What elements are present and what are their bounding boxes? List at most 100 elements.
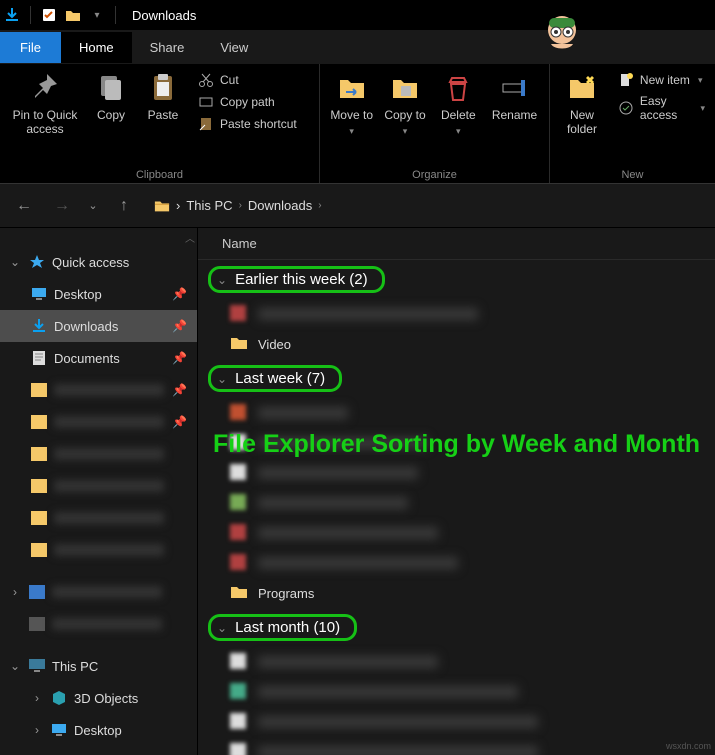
chevron-down-icon: ⌄ (217, 273, 227, 287)
nav-pane: ︿ ⌄ Quick access Desktop 📌 Downloads 📌 D… (0, 228, 198, 755)
qat-dropdown-icon[interactable]: ▾ (89, 7, 105, 23)
this-pc-icon (28, 657, 46, 675)
tab-file[interactable]: File (0, 32, 61, 63)
tree-desktop-2[interactable]: › Desktop (0, 714, 197, 746)
tab-share[interactable]: Share (132, 32, 203, 63)
delete-button[interactable]: Delete ▾ (433, 68, 484, 137)
group-earlier-this-week[interactable]: ⌄ Earlier this week (2) (198, 260, 715, 299)
file-row[interactable]: x (198, 299, 715, 329)
watermark: wsxdn.com (666, 741, 711, 751)
file-row[interactable]: x (198, 707, 715, 737)
file-row-programs[interactable]: Programs (198, 578, 715, 608)
easy-access-icon (618, 100, 634, 116)
scroll-hint-icon[interactable]: ︿ (185, 230, 195, 245)
tree-desktop[interactable]: Desktop 📌 (0, 278, 197, 310)
copy-path-button[interactable]: Copy path (194, 92, 301, 112)
chevron-down-icon[interactable]: ⌄ (8, 659, 22, 673)
app-icon (4, 7, 20, 23)
nav-forward-button[interactable]: → (48, 192, 76, 220)
pin-quick-access-button[interactable]: Pin to Quick access (6, 68, 84, 136)
group-last-month[interactable]: ⌄ Last month (10) (198, 608, 715, 647)
ribbon-tabs: File Home Share View (0, 30, 715, 64)
title-bar: ▾ Downloads (0, 0, 715, 30)
chevron-down-icon: ⌄ (217, 621, 227, 635)
divider (115, 6, 116, 24)
tab-view[interactable]: View (202, 32, 266, 63)
cut-icon (198, 72, 214, 88)
cut-button[interactable]: Cut (194, 70, 301, 90)
paste-label: Paste (148, 108, 179, 122)
tree-item-blurred[interactable]: xxxxxxxx📌 (0, 374, 197, 406)
tree-documents-2[interactable]: › Documents (0, 746, 197, 755)
file-row-video[interactable]: Video (198, 329, 715, 359)
group-label-new: New (556, 167, 709, 181)
copy-label: Copy (97, 108, 125, 122)
rename-button[interactable]: Rename (486, 68, 543, 122)
ribbon-group-organize: Move to ▾ Copy to ▾ Delete ▾ Rename Orga… (320, 64, 550, 183)
group-last-week[interactable]: ⌄ Last week (7) (198, 359, 715, 398)
paste-shortcut-button[interactable]: Paste shortcut (194, 114, 301, 134)
file-row[interactable]: x (198, 737, 715, 755)
new-folder-button[interactable]: New folder (556, 68, 608, 136)
pin-icon: 📌 (172, 351, 187, 365)
crumb-downloads[interactable]: Downloads› (248, 198, 322, 213)
group-label-clipboard: Clipboard (6, 167, 313, 181)
paste-shortcut-icon (198, 116, 214, 132)
nav-up-button[interactable]: ↑ (110, 192, 138, 220)
ribbon-group-clipboard: Pin to Quick access Copy Paste Cut Copy … (0, 64, 320, 183)
tree-downloads[interactable]: Downloads 📌 (0, 310, 197, 342)
divider (30, 6, 31, 24)
chevron-right-icon[interactable]: › (176, 198, 180, 213)
avatar-graphic (539, 10, 585, 56)
tree-item-blurred[interactable]: xxxxxxxxx (0, 470, 197, 502)
ribbon-group-new: New folder New item ▾ Easy access ▾ New (550, 64, 715, 183)
tree-item-blurred[interactable]: xxxxxxx (0, 438, 197, 470)
tree-this-pc[interactable]: ⌄ This PC (0, 650, 197, 682)
paste-button[interactable]: Paste (138, 68, 188, 122)
copy-path-icon (198, 94, 214, 110)
chevron-down-icon: ⌄ (217, 372, 227, 386)
copy-button[interactable]: Copy (86, 68, 136, 122)
main-area: ︿ ⌄ Quick access Desktop 📌 Downloads 📌 D… (0, 228, 715, 755)
file-row[interactable]: x (198, 428, 715, 458)
file-row[interactable]: x (198, 458, 715, 488)
crumb-this-pc[interactable]: This PC› (186, 198, 242, 213)
tree-item-blurred[interactable]: ›xxxxxxx (0, 576, 197, 608)
chevron-down-icon[interactable]: ⌄ (8, 255, 22, 269)
file-row[interactable]: x (198, 398, 715, 428)
tree-3d-objects[interactable]: › 3D Objects (0, 682, 197, 714)
documents-icon (30, 349, 48, 367)
tree-item-blurred[interactable]: xxxxxx (0, 608, 197, 640)
file-row[interactable]: x (198, 488, 715, 518)
window-title: Downloads (132, 8, 196, 23)
file-row[interactable]: x (198, 647, 715, 677)
column-header-name[interactable]: Name (198, 228, 715, 260)
desktop-icon (30, 285, 48, 303)
qat-properties-icon[interactable] (41, 7, 57, 23)
nav-back-button[interactable]: ← (10, 192, 38, 220)
new-item-button[interactable]: New item ▾ (614, 70, 709, 90)
folder-icon (230, 335, 248, 353)
move-to-button[interactable]: Move to ▾ (326, 68, 377, 137)
file-row[interactable]: x (198, 677, 715, 707)
file-row[interactable]: x (198, 548, 715, 578)
copy-to-button[interactable]: Copy to ▾ (379, 68, 430, 137)
tab-home[interactable]: Home (61, 32, 132, 63)
new-item-icon (618, 72, 634, 88)
desktop-icon (50, 721, 68, 739)
qat-folder-icon[interactable] (65, 7, 81, 23)
tree-documents[interactable]: Documents 📌 (0, 342, 197, 374)
folder-icon (230, 584, 248, 602)
nav-bar: ← → ⌄ ↑ › This PC› Downloads› (0, 184, 715, 228)
tree-item-blurred[interactable]: xxxxxxxxxx (0, 534, 197, 566)
nav-recent-dropdown[interactable]: ⌄ (86, 192, 100, 220)
star-icon (28, 253, 46, 271)
easy-access-button[interactable]: Easy access ▾ (614, 92, 709, 124)
tree-quick-access[interactable]: ⌄ Quick access (0, 246, 197, 278)
content-pane: File Explorer Sorting by Week and Month … (198, 228, 715, 755)
file-row[interactable]: x (198, 518, 715, 548)
tree-item-blurred[interactable]: xxxxxxxx (0, 502, 197, 534)
breadcrumb-folder-icon (154, 198, 170, 214)
tree-item-blurred[interactable]: xxxxxxxxxx📌 (0, 406, 197, 438)
breadcrumb[interactable]: › This PC› Downloads› (148, 198, 705, 214)
